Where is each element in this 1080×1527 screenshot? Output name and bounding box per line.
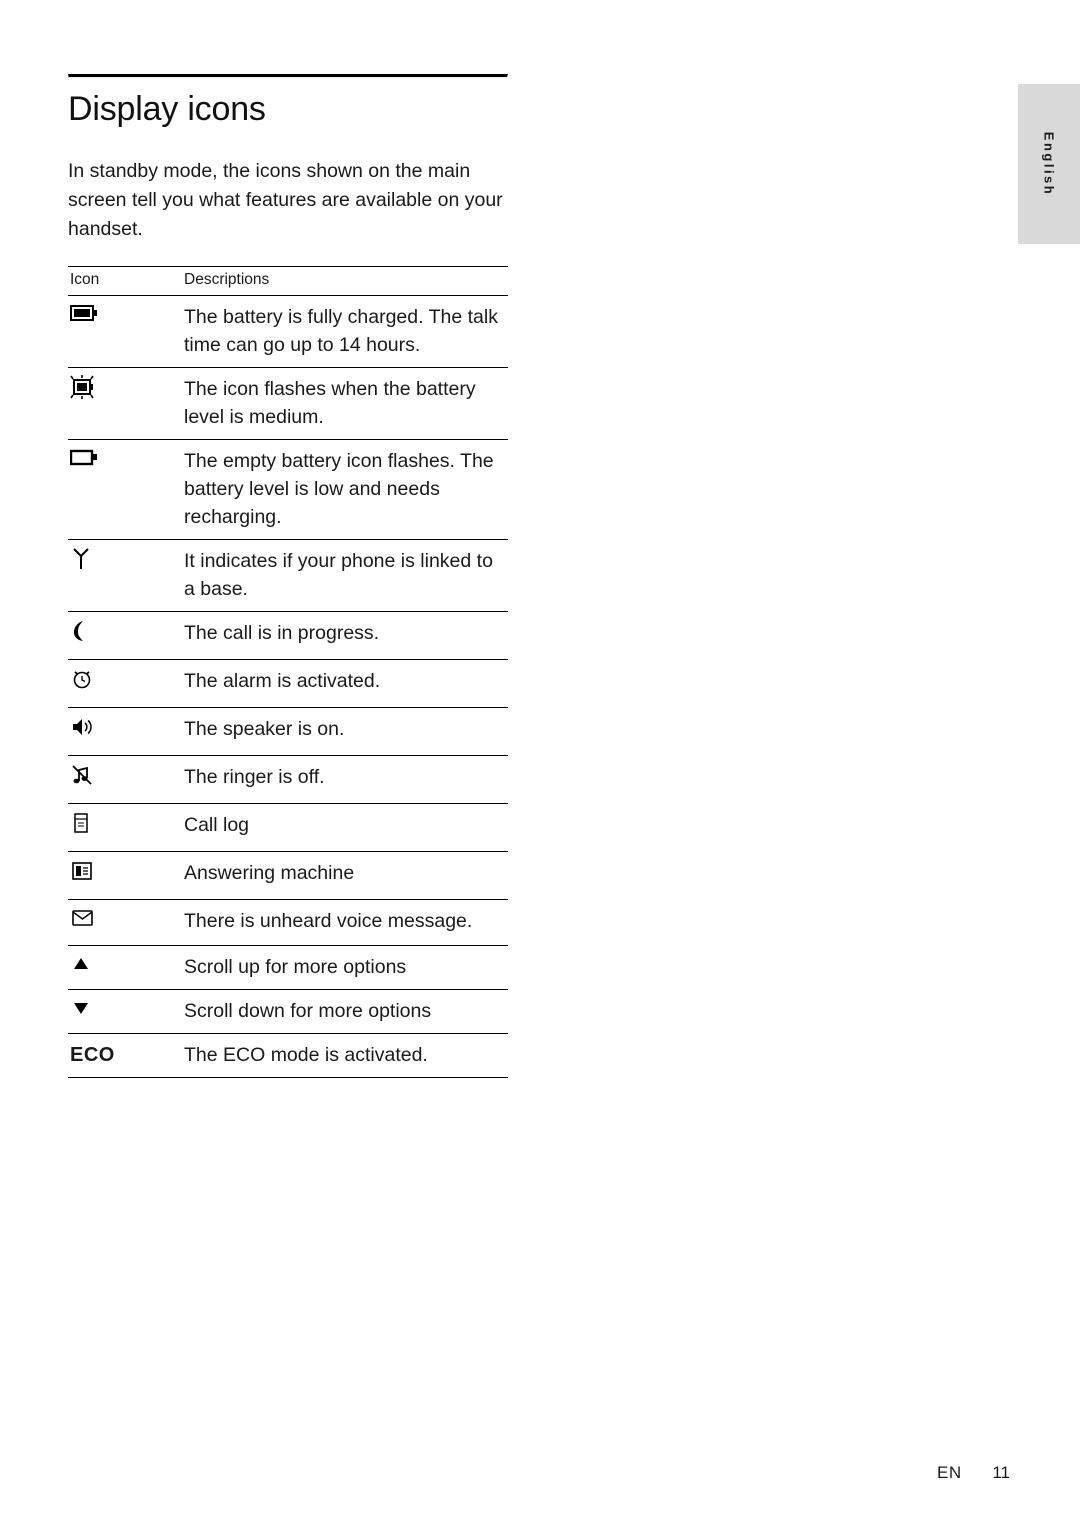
description-cell: There is unheard voice message. [180, 899, 508, 946]
icon-cell [68, 707, 180, 756]
icon-cell [68, 945, 180, 990]
icon-cell [68, 989, 180, 1034]
icon-cell [68, 539, 180, 612]
description-cell: The alarm is activated. [180, 659, 508, 708]
description-cell: The ringer is off. [180, 755, 508, 804]
language-side-tab: English [1018, 84, 1080, 244]
icon-cell [68, 755, 180, 804]
table-row: The icon flashes when the battery level … [68, 367, 508, 440]
battery-empty-icon [69, 447, 180, 475]
icon-cell [68, 851, 180, 900]
table-row: The alarm is activated. [68, 659, 508, 708]
icon-cell: ECO [68, 1033, 180, 1078]
icon-cell [68, 367, 180, 440]
scroll-up-arrow-icon [70, 953, 180, 981]
page-title: Display icons [68, 90, 266, 128]
column-header-icon: Icon [68, 266, 180, 296]
description-cell: The speaker is on. [180, 707, 508, 756]
eco-text-icon: ECO [70, 1044, 115, 1066]
battery-medium-flashing-icon [70, 375, 180, 407]
voice-message-envelope-icon [70, 907, 180, 937]
description-cell: It indicates if your phone is linked to … [180, 539, 508, 612]
table-header-row: Icon Descriptions [68, 266, 508, 296]
icon-cell [68, 295, 180, 368]
table-row: Call log [68, 803, 508, 852]
table-row: The call is in progress. [68, 611, 508, 660]
description-cell: The icon flashes when the battery level … [180, 367, 508, 440]
description-cell: Call log [180, 803, 508, 852]
call-log-icon [70, 811, 180, 843]
table-body: The battery is fully charged. The talk t… [68, 295, 508, 1078]
title-divider [68, 74, 508, 78]
icon-cell [68, 659, 180, 708]
language-side-tab-label: English [1041, 131, 1057, 197]
speaker-on-icon [70, 715, 180, 747]
table-row: It indicates if your phone is linked to … [68, 539, 508, 612]
description-cell: Answering machine [180, 851, 508, 900]
description-cell: Scroll up for more options [180, 945, 508, 990]
description-cell: The empty battery icon flashes. The batt… [180, 439, 508, 540]
column-header-description: Descriptions [180, 266, 508, 296]
icon-cell [68, 899, 180, 946]
table-row: The speaker is on. [68, 707, 508, 756]
table-row: The battery is fully charged. The talk t… [68, 295, 508, 368]
table-row: There is unheard voice message. [68, 899, 508, 946]
handset-call-icon [70, 619, 180, 651]
scroll-down-arrow-icon [70, 997, 180, 1025]
table-row: Scroll up for more options [68, 945, 508, 990]
table-row: The ringer is off. [68, 755, 508, 804]
intro-paragraph: In standby mode, the icons shown on the … [68, 160, 503, 240]
page-content: Display icons In standby mode, the icons… [68, 74, 508, 1078]
table-row: Scroll down for more options [68, 989, 508, 1034]
table-row: Answering machine [68, 851, 508, 900]
table-row: ECO The ECO mode is activated. [68, 1033, 508, 1078]
ringer-off-icon [70, 763, 180, 795]
answering-machine-icon [70, 859, 180, 891]
footer-page-number: 11 [992, 1463, 1010, 1482]
alarm-clock-icon [70, 667, 180, 699]
footer-language-code: EN [936, 1463, 962, 1482]
display-icons-table: Icon Descriptions The battery is fully c… [68, 266, 508, 1078]
description-cell: The call is in progress. [180, 611, 508, 660]
battery-full-icon [70, 303, 180, 331]
icon-cell [68, 611, 180, 660]
page-footer: EN 11 [937, 1463, 1010, 1483]
icon-cell [68, 803, 180, 852]
description-cell: The battery is fully charged. The talk t… [180, 295, 508, 368]
antenna-link-icon [70, 547, 180, 579]
icon-cell [68, 439, 180, 540]
description-cell: The ECO mode is activated. [180, 1033, 508, 1078]
table-row: The empty battery icon flashes. The batt… [68, 439, 508, 540]
description-cell: Scroll down for more options [180, 989, 508, 1034]
